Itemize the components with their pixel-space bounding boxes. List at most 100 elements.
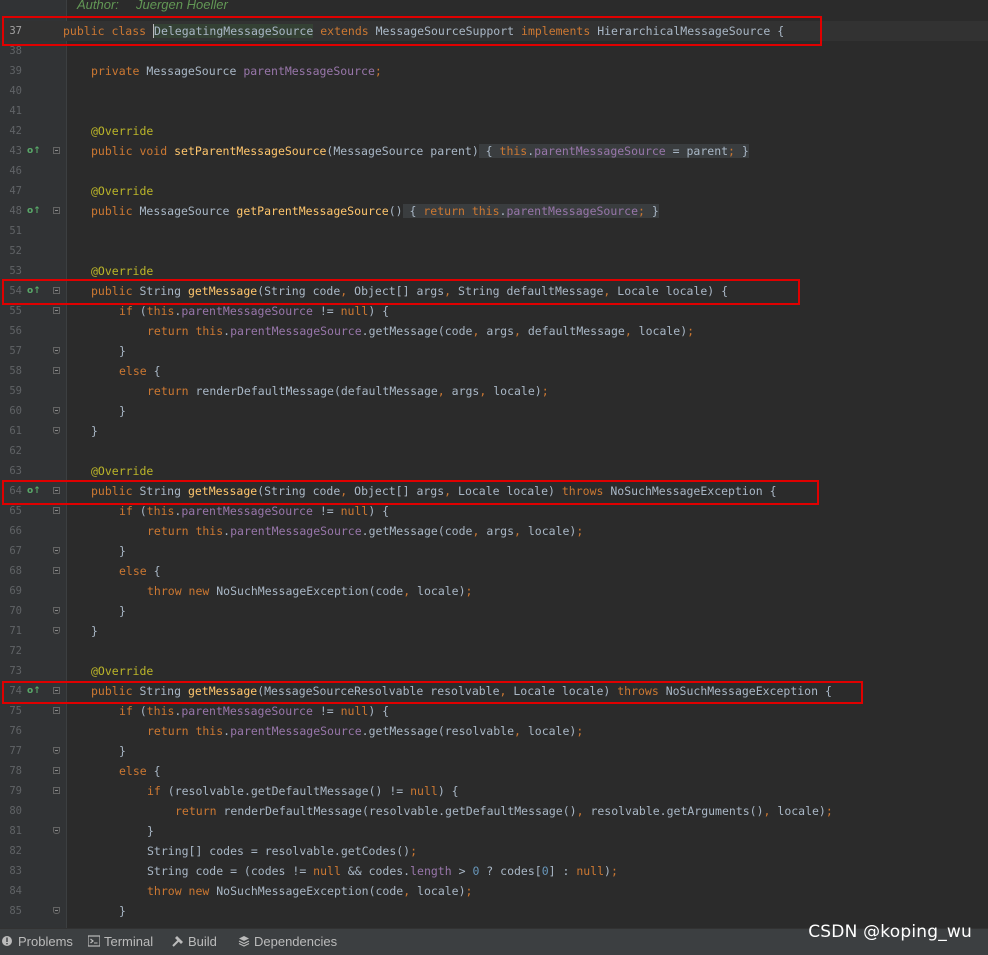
code-line[interactable]: 78 else { [0, 761, 988, 781]
line-number: 77 [9, 745, 22, 757]
terminal-tab[interactable]: Terminal [88, 933, 153, 951]
line-number: 76 [9, 725, 22, 737]
fold-toggle-icon[interactable] [53, 347, 60, 354]
fold-toggle-icon[interactable] [53, 507, 60, 514]
code-token: else [119, 564, 154, 578]
code-line[interactable]: 62 [0, 441, 988, 461]
code-text: @Override [91, 183, 153, 199]
code-token: return [147, 384, 196, 398]
fold-toggle-icon[interactable] [53, 827, 60, 834]
code-line[interactable]: 79 if (resolvable.getDefaultMessage() != … [0, 781, 988, 801]
code-line[interactable]: 68 else { [0, 561, 988, 581]
code-text: @Override [91, 663, 153, 679]
code-editor[interactable]: Author: Juergen Hoeller 37 public class D… [0, 0, 988, 928]
code-token: ; [576, 724, 584, 738]
code-line[interactable]: 39 private MessageSource parentMessageSou… [0, 61, 988, 81]
code-token: ; [576, 524, 584, 538]
code-line[interactable]: 46 [0, 161, 988, 181]
line-number: 47 [9, 185, 22, 197]
line-number: 70 [9, 605, 22, 617]
code-line[interactable]: 82 String[] codes = resolvable.getCodes()… [0, 841, 988, 861]
code-token: ( [139, 504, 147, 518]
code-token: (MessageSource parent) [326, 144, 479, 158]
fold-toggle-icon[interactable] [53, 787, 60, 794]
code-text: } [91, 423, 98, 439]
code-line[interactable]: 81} [0, 821, 988, 841]
fold-toggle-icon[interactable] [53, 147, 60, 154]
code-line[interactable]: 77} [0, 741, 988, 761]
code-line[interactable]: 66 return this.parentMessageSource.getMes… [0, 521, 988, 541]
code-token: != [319, 704, 341, 718]
code-token: && codes. [347, 864, 411, 878]
fold-toggle-icon[interactable] [53, 207, 60, 214]
code-line[interactable]: 71} [0, 621, 988, 641]
code-token: args [451, 384, 480, 398]
code-line[interactable]: 53 @Override [0, 261, 988, 281]
override-marker-icon[interactable]: o↑ [27, 206, 41, 216]
code-token: return this [147, 724, 224, 738]
code-token: ? codes[ [486, 864, 542, 878]
code-line[interactable]: 75 if (this.parentMessageSource != null) … [0, 701, 988, 721]
code-line[interactable]: 70} [0, 601, 988, 621]
code-text: if (resolvable.getDefaultMessage() != nu… [147, 783, 459, 799]
code-line[interactable]: 51 [0, 221, 988, 241]
problems-tab[interactable]: Problems [2, 933, 73, 951]
code-token: , [576, 804, 591, 818]
code-line[interactable]: 73 @Override [0, 661, 988, 681]
code-token: NoSuchMessageException(code [216, 584, 404, 598]
code-line[interactable]: 60} [0, 401, 988, 421]
fold-toggle-icon[interactable] [53, 307, 60, 314]
highlight-box-getmessage-2 [2, 480, 819, 505]
fold-toggle-icon[interactable] [53, 907, 60, 914]
code-token: ; [638, 204, 652, 218]
code-line[interactable]: 40 [0, 81, 988, 101]
code-token: } [741, 144, 749, 158]
code-line[interactable]: 61} [0, 421, 988, 441]
fold-toggle-icon[interactable] [53, 407, 60, 414]
code-text: else { [119, 763, 161, 779]
code-line[interactable]: 63 @Override [0, 461, 988, 481]
code-token: , [472, 324, 487, 338]
code-line[interactable]: 72 [0, 641, 988, 661]
fold-toggle-icon[interactable] [53, 427, 60, 434]
fold-toggle-icon[interactable] [53, 567, 60, 574]
fold-toggle-icon[interactable] [53, 547, 60, 554]
code-token: if [119, 304, 140, 318]
fold-toggle-icon[interactable] [53, 747, 60, 754]
code-line[interactable]: 76 return this.parentMessageSource.getMes… [0, 721, 988, 741]
code-token: getParentMessageSource [236, 204, 389, 218]
fold-toggle-icon[interactable] [53, 767, 60, 774]
code-line[interactable]: 84 throw new NoSuchMessageException(code,… [0, 881, 988, 901]
code-line[interactable]: 41 [0, 101, 988, 121]
override-marker-icon[interactable]: o↑ [27, 146, 41, 156]
code-line[interactable]: 69 throw new NoSuchMessageException(code,… [0, 581, 988, 601]
code-token: defaultMessage [527, 324, 625, 338]
code-line[interactable]: 56 return this.parentMessageSource.getMes… [0, 321, 988, 341]
code-line[interactable]: 42 @Override [0, 121, 988, 141]
code-line[interactable]: 52 [0, 241, 988, 261]
problems-label: Problems [18, 934, 73, 949]
code-token: parentMessageSource [230, 524, 362, 538]
code-line[interactable]: 59 return renderDefaultMessage(defaultMes… [0, 381, 988, 401]
code-line[interactable]: 80 return renderDefaultMessage(resolvable… [0, 801, 988, 821]
fold-toggle-icon[interactable] [53, 367, 60, 374]
code-line[interactable]: 43 o↑ public void setParentMessageSource(M… [0, 141, 988, 161]
fold-toggle-icon[interactable] [53, 627, 60, 634]
code-line[interactable]: 83 String code = (codes != null && codes.… [0, 861, 988, 881]
javadoc-author-value: Juergen Hoeller [136, 0, 228, 12]
code-line[interactable]: 85} [0, 901, 988, 921]
line-number: 58 [9, 365, 22, 377]
fold-toggle-icon[interactable] [53, 607, 60, 614]
code-text: public MessageSource getParentMessageSou… [91, 203, 659, 219]
fold-toggle-icon[interactable] [53, 707, 60, 714]
dependencies-tab[interactable]: Dependencies [238, 933, 337, 951]
line-number: 42 [9, 125, 22, 137]
build-tab[interactable]: Build [172, 933, 217, 951]
code-line[interactable]: 48 o↑ public MessageSource getParentMessag… [0, 201, 988, 221]
code-line[interactable]: 58 else { [0, 361, 988, 381]
code-token: , [514, 724, 528, 738]
code-token: String[] codes = resolvable.getCodes() [147, 844, 411, 858]
code-line[interactable]: 57} [0, 341, 988, 361]
code-line[interactable]: 67} [0, 541, 988, 561]
code-line[interactable]: 47 @Override [0, 181, 988, 201]
